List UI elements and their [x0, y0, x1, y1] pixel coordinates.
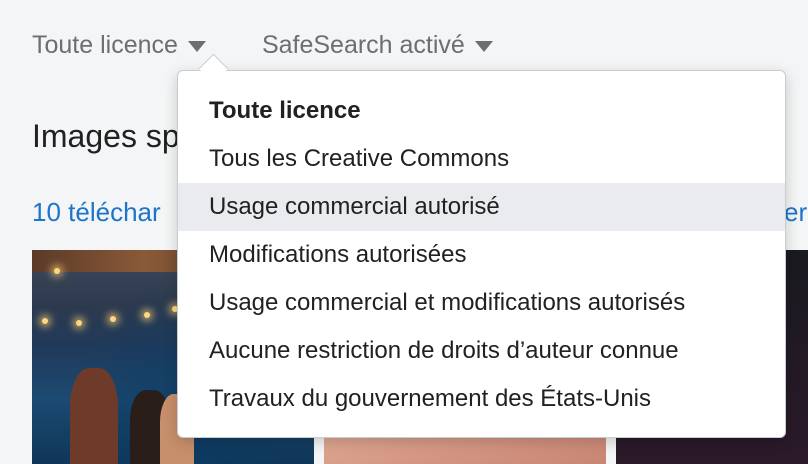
license-option-modifications[interactable]: Modifications autorisées: [178, 231, 785, 279]
license-filter-label: Toute licence: [32, 30, 178, 59]
right-link[interactable]: er: [784, 197, 807, 228]
license-option-commercial-and-modifications[interactable]: Usage commercial et modifications autori…: [178, 279, 785, 327]
license-filter-dropdown[interactable]: Toute licence: [32, 28, 206, 62]
safesearch-filter-label: SafeSearch activé: [261, 30, 465, 59]
light-bulb: [110, 316, 116, 322]
caret-down-icon: [187, 40, 206, 52]
filter-bar: Toute licence SafeSearch activé: [32, 28, 493, 62]
section-heading: Images sp: [32, 118, 180, 154]
caret-down-icon: [474, 40, 493, 52]
downloads-link[interactable]: 10 téléchar: [32, 197, 161, 228]
license-options-list: Toute licence Tous les Creative Commons …: [178, 71, 785, 423]
license-option-no-known-restrictions[interactable]: Aucune restriction de droits d’auteur co…: [178, 327, 785, 375]
license-option-any[interactable]: Toute licence: [178, 87, 785, 135]
license-option-us-government[interactable]: Travaux du gouvernement des États-Unis: [178, 375, 785, 423]
light-bulb: [42, 318, 48, 324]
license-dropdown-menu: Toute licence Tous les Creative Commons …: [177, 70, 786, 438]
license-option-commercial[interactable]: Usage commercial autorisé: [178, 183, 785, 231]
person-figure: [70, 368, 118, 464]
light-bulb: [144, 312, 150, 318]
light-bulb: [54, 268, 60, 274]
safesearch-filter-dropdown[interactable]: SafeSearch activé: [262, 28, 493, 62]
license-option-creative-commons[interactable]: Tous les Creative Commons: [178, 135, 785, 183]
light-bulb: [76, 320, 82, 326]
